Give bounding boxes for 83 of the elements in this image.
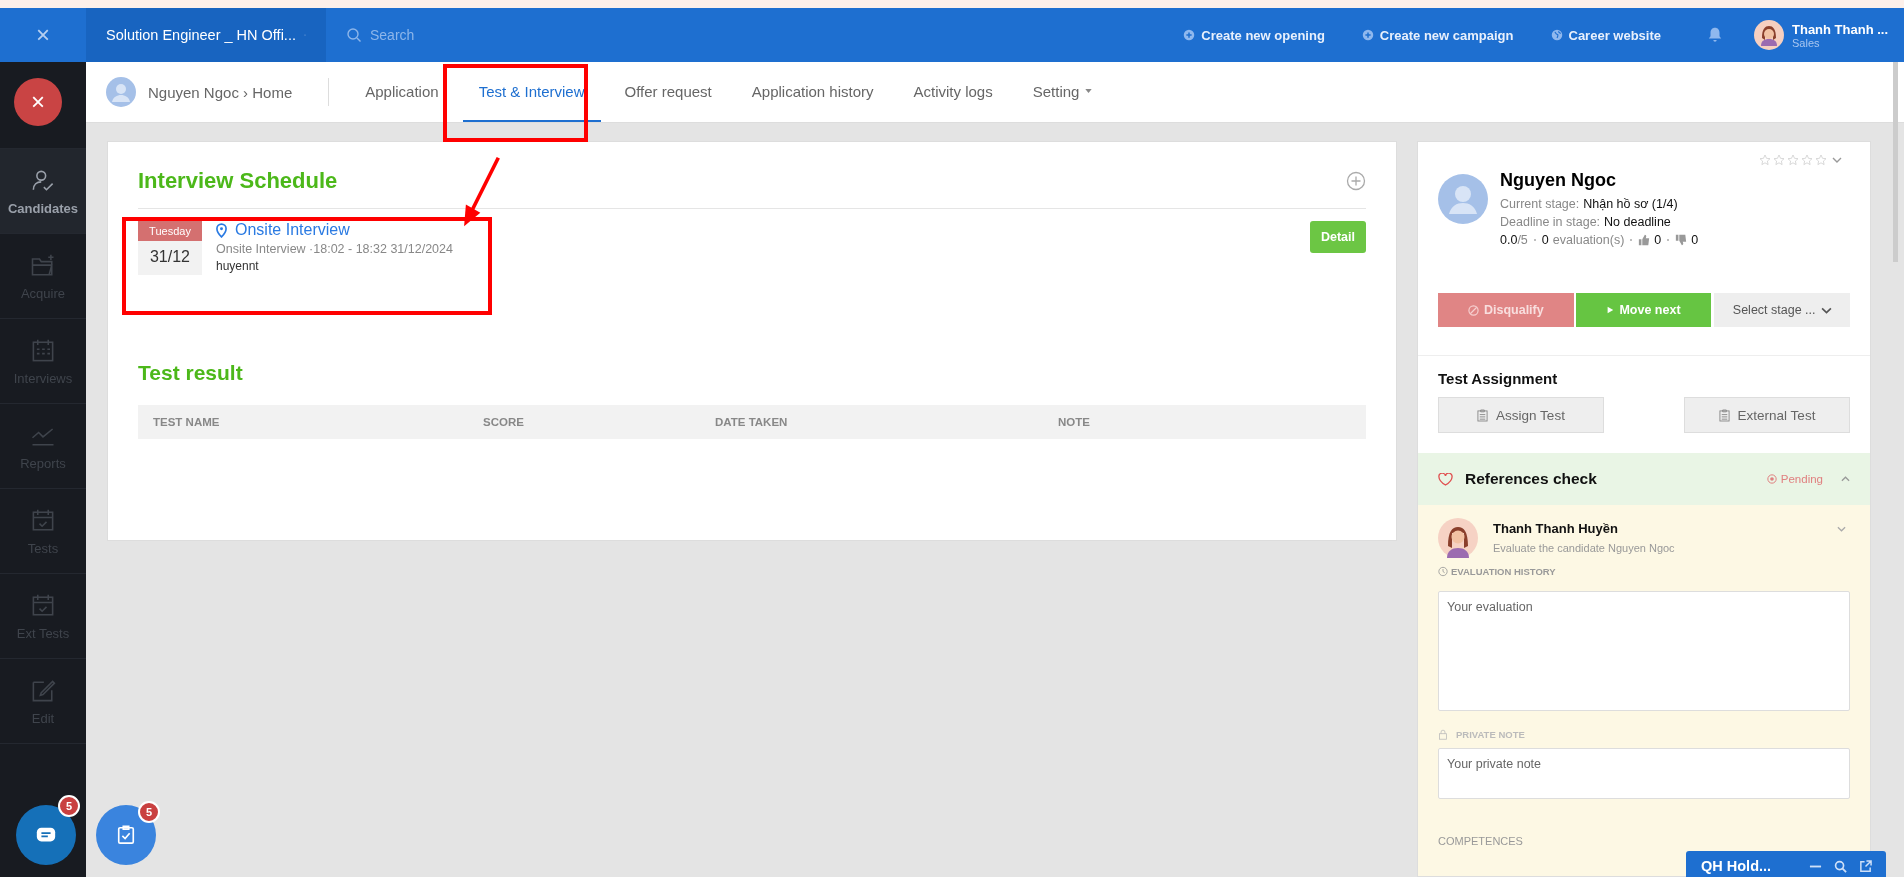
competences-label: COMPETENCES [1438, 835, 1524, 847]
private-note-field[interactable]: Your private note [1438, 748, 1850, 799]
star-icon[interactable] [1787, 154, 1799, 166]
header-link[interactable]: Create new opening [1183, 27, 1325, 43]
clipboard-check-icon [115, 825, 137, 845]
column-header: TEST NAME [153, 416, 221, 428]
star-icon[interactable] [1759, 154, 1771, 166]
interview-owner: huyennt [216, 259, 260, 273]
date-badge: Tuesday 31/12 [138, 221, 202, 275]
header-link[interactable]: Create new campaign [1361, 27, 1514, 43]
test-button[interactable]: External Test [1684, 397, 1850, 433]
search-icon[interactable] [1834, 859, 1847, 873]
play-icon [1606, 306, 1615, 314]
section-title: Test Assignment [1438, 370, 1559, 387]
column-header: NOTE [1058, 416, 1091, 428]
tab[interactable]: Setting [1016, 62, 1109, 122]
notification-badge: 5 [138, 801, 160, 823]
chat-title: QH Hold... [1701, 858, 1772, 874]
task-button[interactable] [96, 805, 156, 865]
user-name: Thanh Thanh ... [1792, 21, 1889, 37]
heart-icon [1438, 472, 1453, 486]
evaluation-count: 0 [1541, 233, 1549, 247]
column-header: SCORE [483, 416, 525, 428]
search-icon [346, 27, 362, 43]
thumbs-down-icon [1675, 234, 1688, 246]
reviewer-avatar-icon [1438, 518, 1478, 558]
sidebar-item[interactable]: Candidates [0, 149, 86, 234]
clipboard-icon [1718, 408, 1730, 422]
stage-value: Nhận hồ sơ (1/4) [1583, 197, 1678, 211]
plus-circle-icon [1183, 29, 1196, 41]
like-count: 0 [1654, 233, 1662, 247]
section-title: Test result [138, 361, 244, 385]
avatar-icon [106, 77, 136, 107]
avatar-icon [1438, 174, 1488, 224]
interview-detail: Onsite Interview ·18:02 - 18:32 31/12/2024 [216, 242, 453, 256]
reviewer-name: Thanh Thanh Huyền [1493, 521, 1619, 536]
column-header: DATE TAKEN [715, 416, 789, 428]
candidate-name: Nguyen Ngoc [1500, 170, 1617, 191]
user-avatar-icon[interactable] [1754, 20, 1784, 50]
breadcrumb[interactable]: Nguyen Ngoc › Home [148, 83, 293, 101]
star-icon[interactable] [1801, 154, 1813, 166]
dislike-count: 0 [1691, 233, 1699, 247]
star-icon[interactable] [1773, 154, 1785, 166]
tab[interactable]: Application [349, 62, 455, 122]
globe-icon [1550, 29, 1563, 41]
section-title: Interview Schedule [138, 168, 338, 194]
deadline-value: No deadline [1604, 215, 1671, 229]
lock-icon [1438, 729, 1448, 740]
section-header[interactable]: References check Pending [1418, 453, 1870, 505]
tab[interactable]: Application history [735, 62, 890, 122]
status-label: Pending [1780, 473, 1823, 485]
user-role: Sales [1792, 36, 1821, 49]
stage-select[interactable]: Select stage ... [1714, 293, 1850, 327]
field-label: Current stage: [1500, 197, 1580, 211]
section-title: References check [1465, 470, 1597, 488]
external-link-icon[interactable] [1859, 859, 1872, 873]
chat-window-bar[interactable]: QH Hold... [1686, 851, 1886, 877]
field-label: PRIVATE NOTE [1456, 729, 1525, 740]
interview-link[interactable]: Onsite Interview [235, 221, 350, 239]
test-button[interactable]: Assign Test [1438, 397, 1604, 433]
search-field[interactable]: Search [368, 26, 572, 44]
pending-icon [1766, 474, 1777, 484]
bell-icon[interactable] [1706, 26, 1724, 44]
score: 0.0 [1500, 233, 1518, 247]
tab[interactable]: Activity logs [897, 62, 1009, 122]
tab[interactable]: Offer request [608, 62, 728, 122]
reviewer-subtitle: Evaluate the candidate Nguyen Ngoc [1493, 542, 1675, 554]
evaluation-field[interactable]: Your evaluation [1438, 591, 1850, 711]
job-selector[interactable]: Solution Engineer _ HN Offi... [86, 8, 326, 62]
add-icon[interactable] [1346, 171, 1366, 191]
location-pin-icon [216, 222, 227, 238]
evaluation-label: evaluation(s) [1552, 233, 1625, 247]
field-label: Deadline in stage: [1500, 215, 1601, 229]
header-link[interactable]: Career website [1550, 27, 1661, 43]
star-icon[interactable] [1815, 154, 1827, 166]
ban-icon [1467, 304, 1479, 316]
score-max: /5 [1517, 233, 1528, 247]
clock-icon [1438, 566, 1448, 577]
plus-circle-icon [1361, 29, 1374, 41]
field-label: EVALUATION HISTORY [1451, 566, 1556, 577]
clipboard-icon [1477, 408, 1489, 422]
thumbs-up-icon [1638, 234, 1651, 246]
tab[interactable]: Test & Interview [462, 62, 601, 122]
